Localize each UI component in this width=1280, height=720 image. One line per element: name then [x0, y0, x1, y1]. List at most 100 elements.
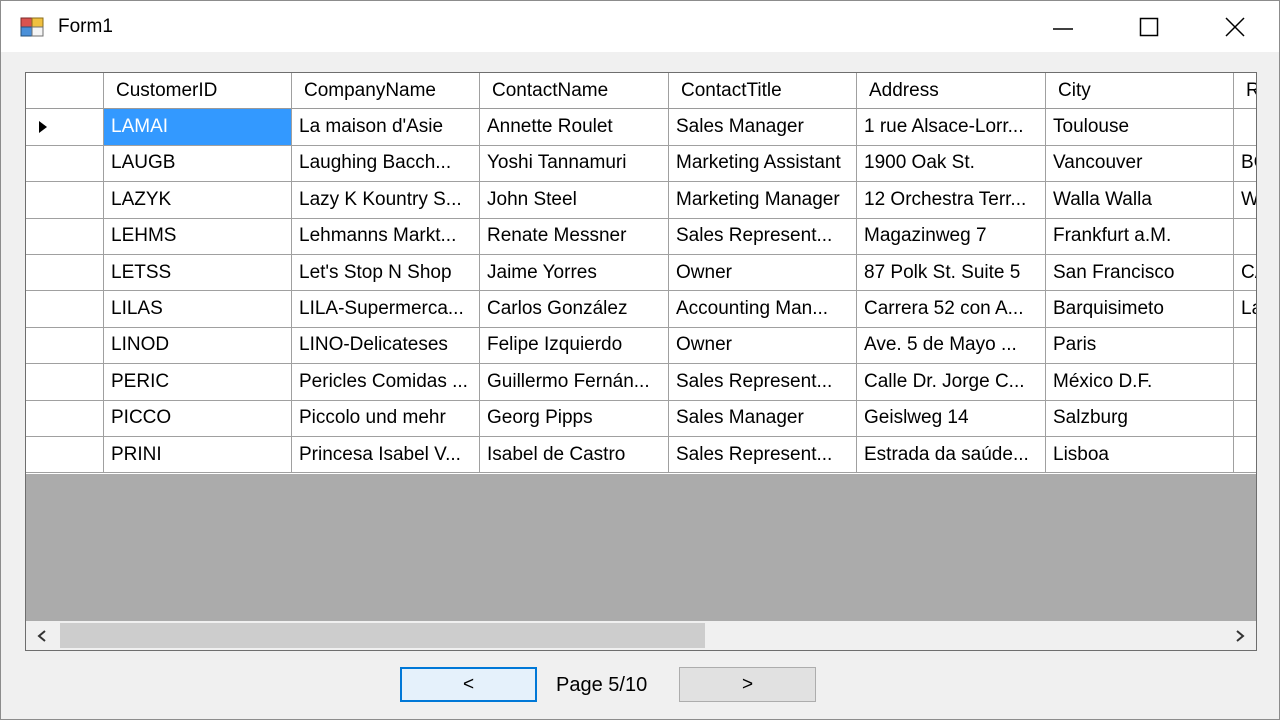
row-header[interactable] — [26, 182, 104, 219]
table-cell[interactable]: 87 Polk St. Suite 5 — [857, 254, 1046, 292]
table-cell[interactable]: Owner — [669, 327, 857, 365]
row-header[interactable] — [26, 400, 104, 437]
table-cell[interactable]: Lisboa — [1046, 436, 1234, 474]
table-cell[interactable] — [1234, 401, 1256, 437]
table-cell[interactable]: Sales Manager — [669, 400, 857, 437]
customers-grid[interactable]: CustomerID CompanyName ContactName Conta… — [25, 72, 1257, 651]
table-row[interactable]: PERIC Pericles Comidas ... Guillermo Ferná… — [26, 364, 1256, 401]
column-header[interactable]: City — [1046, 73, 1234, 109]
table-cell[interactable]: Carlos González — [480, 291, 669, 328]
table-cell[interactable]: Carrera 52 con A... — [857, 291, 1046, 328]
next-page-button[interactable]: > — [679, 667, 816, 702]
table-row[interactable]: PRINI Princesa Isabel V... Isabel de Castr… — [26, 436, 1256, 474]
table-cell[interactable]: CA — [1234, 255, 1256, 292]
column-header[interactable]: ContactTitle — [669, 73, 857, 109]
table-cell[interactable]: Frankfurt a.M. — [1046, 218, 1234, 255]
table-cell[interactable]: LEHMS — [104, 218, 292, 255]
table-cell[interactable]: LINOD — [104, 327, 292, 365]
table-cell[interactable]: La maison d'Asie — [292, 109, 480, 146]
row-header[interactable] — [26, 145, 104, 183]
table-cell[interactable] — [1234, 109, 1256, 146]
table-row[interactable]: LAUGB Laughing Bacch... Yoshi Tannamuri Mar… — [26, 145, 1256, 183]
scroll-left-button[interactable] — [26, 621, 58, 650]
table-cell[interactable]: LETSS — [104, 254, 292, 292]
row-header[interactable] — [26, 218, 104, 255]
table-cell[interactable]: Ave. 5 de Mayo ... — [857, 327, 1046, 365]
table-cell[interactable]: Laughing Bacch... — [292, 145, 480, 183]
table-cell[interactable]: Yoshi Tannamuri — [480, 145, 669, 183]
column-header[interactable]: R — [1234, 73, 1256, 108]
table-cell[interactable]: PRINI — [104, 436, 292, 474]
table-cell[interactable] — [1234, 219, 1256, 255]
row-header[interactable] — [26, 327, 104, 365]
minimize-button[interactable] — [1019, 1, 1107, 52]
table-cell[interactable]: Let's Stop N Shop — [292, 254, 480, 292]
table-cell[interactable]: Sales Manager — [669, 109, 857, 146]
column-header[interactable]: Address — [857, 73, 1046, 109]
table-cell[interactable]: Walla Walla — [1046, 182, 1234, 219]
table-row[interactable]: PICCO Piccolo und mehr Georg Pipps Sales Ma… — [26, 400, 1256, 437]
table-cell[interactable]: Calle Dr. Jorge C... — [857, 364, 1046, 401]
table-cell[interactable]: Vancouver — [1046, 145, 1234, 183]
table-cell[interactable]: Marketing Manager — [669, 182, 857, 219]
table-cell[interactable]: 12 Orchestra Terr... — [857, 182, 1046, 219]
row-header[interactable] — [26, 291, 104, 328]
table-row[interactable]: LAZYK Lazy K Kountry S... John Steel Market… — [26, 182, 1256, 219]
table-cell[interactable]: Sales Represent... — [669, 364, 857, 401]
row-header[interactable] — [26, 364, 104, 401]
table-cell[interactable]: Accounting Man... — [669, 291, 857, 328]
scroll-right-button[interactable] — [1224, 621, 1256, 650]
table-row[interactable]: LAMAI La maison d'Asie Annette Roulet Sales… — [26, 109, 1256, 146]
table-row[interactable]: LEHMS Lehmanns Markt... Renate Messner Sale… — [26, 218, 1256, 255]
previous-page-button[interactable]: < — [400, 667, 537, 702]
table-cell[interactable]: Magazinweg 7 — [857, 218, 1046, 255]
table-cell[interactable]: PERIC — [104, 364, 292, 401]
table-cell[interactable]: Jaime Yorres — [480, 254, 669, 292]
table-cell[interactable]: Salzburg — [1046, 400, 1234, 437]
table-row[interactable]: LINOD LINO-Delicateses Felipe Izquierdo Own… — [26, 327, 1256, 365]
row-header[interactable] — [26, 109, 104, 146]
table-cell[interactable]: Marketing Assistant — [669, 145, 857, 183]
table-cell[interactable]: BC — [1234, 146, 1256, 183]
table-cell[interactable]: Renate Messner — [480, 218, 669, 255]
table-cell[interactable]: Felipe Izquierdo — [480, 327, 669, 365]
table-row[interactable]: LETSS Let's Stop N Shop Jaime Yorres Owner 8… — [26, 254, 1256, 292]
table-cell[interactable]: LAZYK — [104, 182, 292, 219]
table-row[interactable]: LILAS LILA-Supermerca... Carlos González Ac… — [26, 291, 1256, 328]
table-cell[interactable]: LAUGB — [104, 145, 292, 183]
column-header[interactable]: ContactName — [480, 73, 669, 109]
table-cell[interactable] — [1234, 364, 1256, 401]
row-header[interactable] — [26, 254, 104, 292]
table-cell[interactable]: Isabel de Castro — [480, 436, 669, 474]
close-button[interactable] — [1191, 1, 1279, 52]
table-cell[interactable]: Guillermo Fernán... — [480, 364, 669, 401]
table-cell[interactable] — [1234, 328, 1256, 365]
table-cell[interactable]: PICCO — [104, 400, 292, 437]
table-cell[interactable]: Lehmanns Markt... — [292, 218, 480, 255]
column-header[interactable]: CustomerID — [104, 73, 292, 109]
table-cell[interactable]: Owner — [669, 254, 857, 292]
table-cell[interactable]: 1 rue Alsace-Lorr... — [857, 109, 1046, 146]
table-cell[interactable]: Geislweg 14 — [857, 400, 1046, 437]
title-bar[interactable]: Form1 — [1, 1, 1279, 52]
table-cell[interactable]: WA — [1234, 182, 1256, 219]
table-cell[interactable]: LAMAI — [104, 109, 292, 146]
table-cell[interactable]: LILAS — [104, 291, 292, 328]
table-cell[interactable]: Toulouse — [1046, 109, 1234, 146]
table-cell[interactable]: Georg Pipps — [480, 400, 669, 437]
table-cell[interactable]: Annette Roulet — [480, 109, 669, 146]
table-cell[interactable]: San Francisco — [1046, 254, 1234, 292]
table-cell[interactable]: México D.F. — [1046, 364, 1234, 401]
table-cell[interactable]: Pericles Comidas ... — [292, 364, 480, 401]
scroll-thumb[interactable] — [60, 623, 705, 648]
table-cell[interactable]: Princesa Isabel V... — [292, 436, 480, 474]
table-cell[interactable]: Estrada da saúde... — [857, 436, 1046, 474]
table-cell[interactable] — [1234, 437, 1256, 474]
table-cell[interactable]: John Steel — [480, 182, 669, 219]
table-cell[interactable]: Piccolo und mehr — [292, 400, 480, 437]
row-header[interactable] — [26, 436, 104, 474]
table-cell[interactable]: Lara — [1234, 291, 1256, 328]
column-header[interactable]: CompanyName — [292, 73, 480, 109]
table-cell[interactable]: LINO-Delicateses — [292, 327, 480, 365]
corner-header[interactable] — [26, 73, 104, 109]
